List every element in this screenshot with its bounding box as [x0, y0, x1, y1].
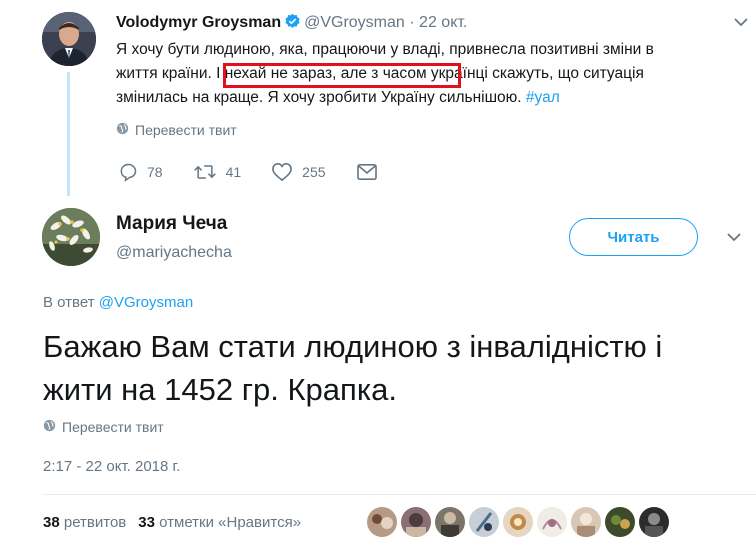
red-highlight-box [223, 63, 461, 88]
tweet2-text-line: жити на 1452 гр. Крапка. [43, 372, 397, 407]
chevron-down-icon[interactable] [727, 229, 741, 247]
retweet-total-label: ретвитов [63, 514, 127, 531]
like-count: 255 [302, 164, 326, 180]
chevron-down-icon[interactable] [734, 14, 748, 32]
tweet1-handle[interactable]: @VGroysman [304, 14, 405, 31]
retweet-total: 38 [43, 514, 60, 531]
tweet2-text-line: Бажаю Вам стати людиною з інвалідністю і [43, 329, 663, 364]
reply-context: В ответ @VGroysman [43, 294, 193, 311]
tweet2-handle[interactable]: @mariyachecha [116, 244, 232, 262]
likes-stat[interactable]: 33 отметки «Нравится» [138, 514, 301, 531]
liker-avatar[interactable] [537, 507, 567, 537]
reply-mention-link[interactable]: @VGroysman [99, 294, 193, 311]
translate-label: Перевести твит [135, 122, 237, 138]
hashtag-link[interactable]: #уал [526, 89, 560, 106]
globe-icon [43, 419, 56, 435]
tweet2-author-name[interactable]: Мария Чеча [116, 213, 227, 235]
liker-avatar[interactable] [469, 507, 499, 537]
liker-avatar[interactable] [639, 507, 669, 537]
liker-avatar[interactable] [401, 507, 431, 537]
tweet1-text-line: Я хочу бути людиною, яка, працюючи у вла… [116, 41, 654, 58]
likers-avatars [367, 507, 669, 537]
heart-icon [271, 162, 293, 182]
reply-button[interactable]: 78 [118, 162, 163, 182]
reply-icon [118, 162, 138, 182]
verified-badge-icon [284, 13, 301, 35]
like-button[interactable]: 255 [271, 162, 326, 182]
retweet-icon [193, 162, 217, 182]
liker-avatar[interactable] [367, 507, 397, 537]
reply-count: 78 [147, 164, 163, 180]
tweet1-text-line-last: змінилась на краще. Я хочу зробити Украї… [116, 86, 676, 110]
retweets-stat[interactable]: 38 ретвитов [43, 514, 126, 531]
translate-label: Перевести твит [62, 419, 164, 435]
thread-connector-line [67, 72, 70, 196]
like-total: 33 [138, 514, 155, 531]
tweet2-timestamp[interactable]: 2:17 - 22 окт. 2018 г. [43, 458, 180, 475]
tweet2-stats: 38 ретвитов 33 отметки «Нравится» [43, 514, 301, 531]
tweet1-author-name[interactable]: Volodymyr Groysman [116, 14, 281, 31]
divider [43, 494, 756, 495]
follow-button[interactable]: Читать [569, 218, 698, 256]
liker-avatar[interactable] [435, 507, 465, 537]
avatar-groysman[interactable] [42, 12, 96, 66]
reply-prefix: В ответ [43, 294, 95, 311]
translate-tweet2[interactable]: Перевести твит [43, 419, 164, 435]
liker-avatar[interactable] [571, 507, 601, 537]
retweet-count: 41 [225, 164, 242, 180]
direct-message-button[interactable] [356, 163, 378, 181]
liker-avatar[interactable] [503, 507, 533, 537]
retweet-button[interactable]: 41 [193, 162, 242, 182]
tweet1-date[interactable]: 22 окт. [419, 14, 467, 31]
liker-avatar[interactable] [605, 507, 635, 537]
globe-icon [116, 122, 129, 138]
translate-tweet1[interactable]: Перевести твит [116, 122, 237, 138]
tweet1-separator: · [409, 14, 415, 31]
tweet1-header: Volodymyr Groysman @VGroysman · 22 окт. [116, 13, 467, 35]
avatar-mariyachecha[interactable] [42, 208, 100, 266]
tweet1-text-line: змінилась на краще. Я хочу зробити Украї… [116, 89, 522, 106]
tweet1-actions: 78 41 255 [118, 160, 408, 184]
like-total-label: отметки «Нравится» [159, 514, 302, 531]
tweet2-text: Бажаю Вам стати людиною з інвалідністю і… [43, 325, 753, 411]
dm-icon [356, 163, 378, 181]
